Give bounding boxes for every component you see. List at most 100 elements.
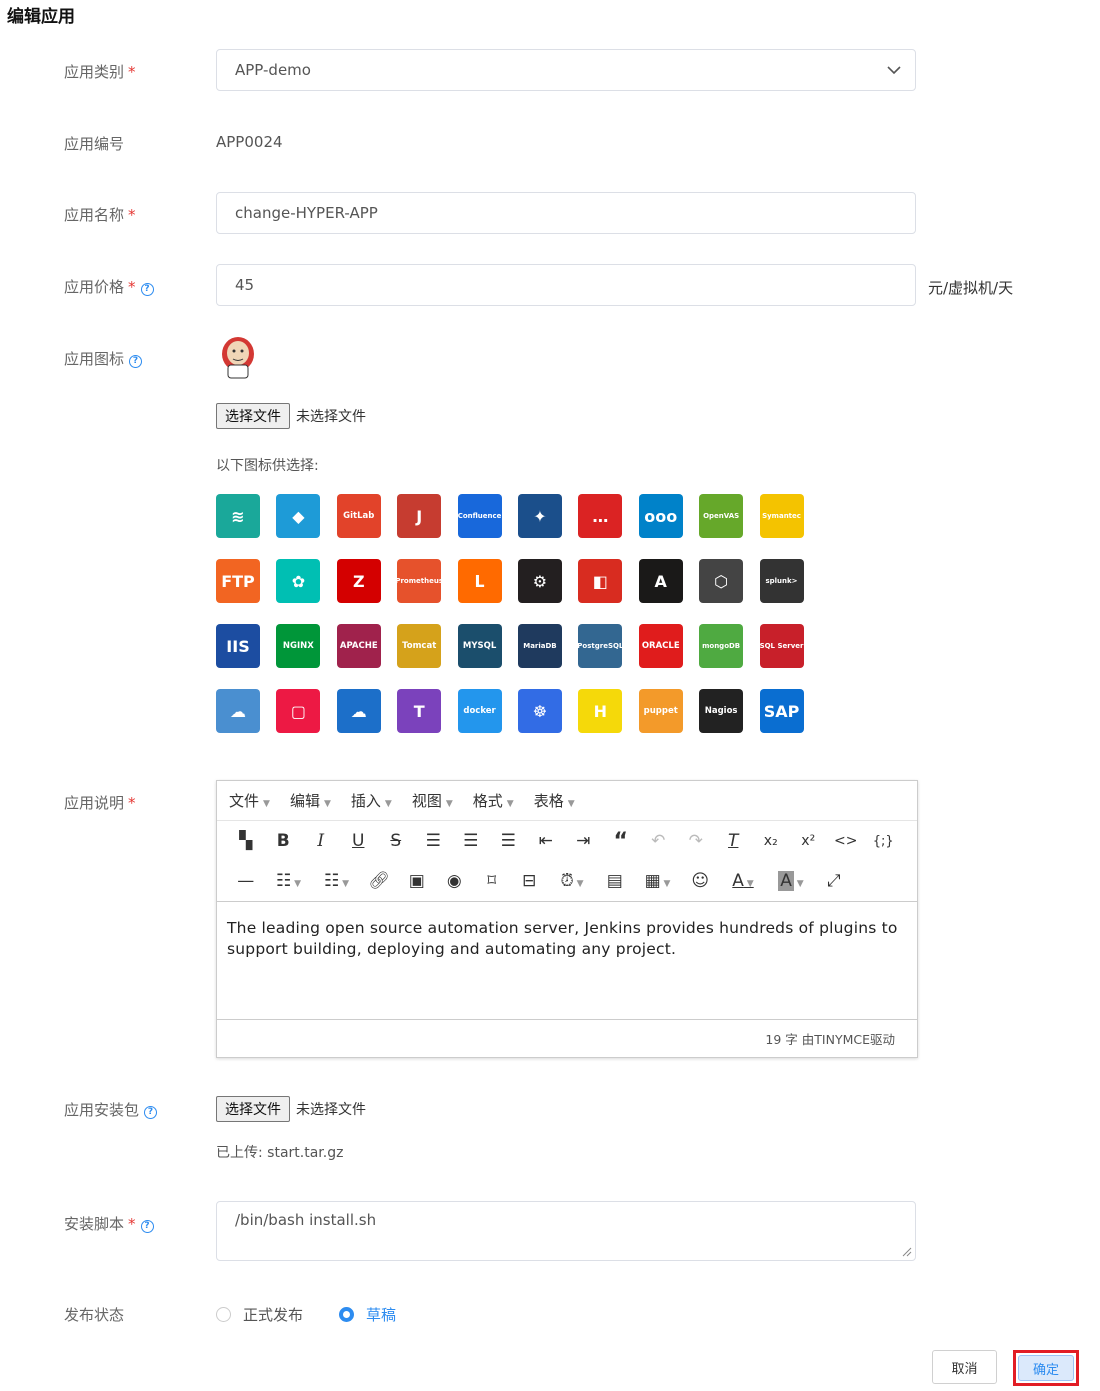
package-file-button[interactable]: 选择文件 — [216, 1096, 290, 1122]
italic-icon[interactable]: I — [302, 831, 340, 851]
editor-menu-3[interactable]: 视图 ▼ — [412, 790, 453, 811]
terraform-icon[interactable]: T — [397, 689, 442, 733]
underline-icon[interactable]: U — [340, 831, 378, 851]
box-icon[interactable]: ⬡ — [699, 559, 744, 603]
category-select[interactable]: APP-demo — [216, 49, 916, 91]
elastic-icon[interactable]: ✿ — [276, 559, 321, 603]
puppet-icon[interactable]: puppet — [638, 689, 683, 733]
kafka-icon[interactable]: ⚙ — [517, 559, 562, 603]
datetime-icon[interactable]: ⏰︎ ▼ — [548, 871, 596, 891]
editor-content[interactable]: The leading open source automation serve… — [217, 901, 917, 1019]
undo-icon[interactable]: ↶ — [640, 831, 678, 851]
code-value: APP0024 — [216, 133, 283, 151]
indent-icon[interactable]: ⇥ — [565, 831, 603, 851]
prometheus-icon[interactable]: Prometheus — [397, 559, 442, 603]
help-icon[interactable]: ? — [140, 1220, 154, 1233]
spring-cloud-icon[interactable]: ☁ — [216, 689, 260, 733]
openstack-icon[interactable]: ▢ — [276, 689, 321, 733]
image-icon[interactable]: ▣ — [398, 871, 436, 891]
clear-format-icon[interactable]: T — [715, 831, 753, 851]
help-icon[interactable]: ? — [129, 355, 143, 368]
code-icon[interactable]: <> — [827, 833, 865, 849]
horizontal-rule-icon[interactable]: — — [227, 871, 265, 891]
name-input[interactable]: change-HYPER-APP — [216, 192, 916, 234]
resize-handle-icon[interactable] — [900, 1245, 912, 1257]
jira-icon[interactable]: ✦ — [517, 494, 562, 538]
cancel-button[interactable]: 取消 — [932, 1350, 997, 1384]
price-input[interactable]: 45 — [216, 264, 916, 306]
script-textarea[interactable]: /bin/bash install.sh — [216, 1201, 916, 1261]
editor-menu-0[interactable]: 文件 ▼ — [229, 790, 270, 811]
align-left-icon[interactable]: ☰ — [415, 831, 453, 851]
radio-draft[interactable] — [339, 1307, 355, 1322]
confirm-button[interactable]: 确定 — [1018, 1355, 1074, 1381]
radio-draft-label: 草稿 — [366, 1306, 397, 1324]
table-icon[interactable]: ▦ ▼ — [634, 871, 682, 891]
hadoop-icon[interactable]: H — [578, 689, 623, 733]
ansible-icon[interactable]: A — [638, 559, 683, 603]
rocketchat-icon[interactable]: … — [578, 494, 623, 538]
sqlserver-icon[interactable]: SQL Server — [759, 624, 804, 668]
align-center-icon[interactable]: ☰ — [452, 831, 490, 851]
editor-menu-4[interactable]: 格式 ▼ — [473, 790, 514, 811]
numbered-list-icon[interactable]: ☷ ▼ — [313, 871, 361, 891]
jenkins-icon[interactable]: J — [397, 494, 442, 538]
help-icon[interactable]: ? — [140, 283, 154, 296]
kubernetes-icon[interactable]: ☸ — [517, 689, 562, 733]
stack-icon[interactable]: ≋ — [216, 494, 260, 538]
strikethrough-icon[interactable]: S — [377, 831, 415, 851]
azure-ad-icon[interactable]: ◆ — [276, 494, 321, 538]
editor-menu-2[interactable]: 插入 ▼ — [351, 790, 392, 811]
blockquote-icon[interactable]: “ — [602, 829, 640, 854]
docker-icon[interactable]: docker — [457, 689, 502, 733]
symantec-icon[interactable]: Symantec — [759, 494, 804, 538]
zabbix-icon[interactable]: Z — [336, 559, 381, 603]
text-color-icon[interactable]: A ▼ — [719, 871, 767, 891]
radio-publish[interactable] — [216, 1307, 231, 1322]
postgresql-icon[interactable]: PostgreSQL — [578, 624, 623, 668]
emoticons-icon[interactable]: ☺ — [682, 871, 720, 891]
editor-menu-1[interactable]: 编辑 ▼ — [290, 790, 331, 811]
iis-icon[interactable]: IIS — [216, 624, 260, 668]
fullscreen-icon[interactable]: ⤢ — [815, 871, 853, 891]
cloud-icon[interactable]: ☁ — [336, 689, 381, 733]
apache-icon[interactable]: APACHE — [336, 624, 381, 668]
nginx-icon[interactable]: NGINX — [276, 624, 321, 668]
page-break-icon[interactable]: ⊟ — [511, 871, 549, 891]
page-title: 编辑应用 — [7, 7, 75, 27]
code-sample-icon[interactable]: {;} — [865, 834, 903, 849]
icon-file-button[interactable]: 选择文件 — [216, 403, 290, 429]
nextcloud-icon[interactable]: ooo — [638, 494, 683, 538]
mariadb-icon[interactable]: MariaDB — [517, 624, 562, 668]
gitlab-icon[interactable]: GitLab — [336, 494, 381, 538]
description-label: 应用说明 * — [64, 794, 136, 812]
media-icon[interactable]: ▤ — [596, 871, 634, 891]
splunk-icon[interactable]: splunk> — [759, 559, 804, 603]
background-color-icon[interactable]: A ▼ — [767, 871, 815, 891]
outdent-icon[interactable]: ⇤ — [527, 831, 565, 851]
superscript-icon[interactable]: x² — [790, 833, 828, 849]
bullet-list-icon[interactable]: ☷ ▼ — [265, 871, 313, 891]
mysql-icon[interactable]: MYSQL — [457, 624, 502, 668]
redo-icon[interactable]: ↷ — [677, 831, 715, 851]
openvas-icon[interactable]: OpenVAS — [699, 494, 744, 538]
editor-menu-label: 文件 — [229, 792, 260, 810]
bold-icon[interactable]: B — [265, 831, 303, 851]
ftp-icon[interactable]: FTP — [216, 559, 260, 603]
sap-icon[interactable]: SAP — [759, 689, 804, 733]
link-icon[interactable]: 🔗︎ — [361, 871, 399, 891]
editor-menu-5[interactable]: 表格 ▼ — [534, 790, 575, 811]
find-icon[interactable]: ▚ — [227, 831, 265, 851]
redis-icon[interactable]: ◧ — [578, 559, 623, 603]
subscript-icon[interactable]: x₂ — [752, 833, 790, 849]
oracle-icon[interactable]: ORACLE — [638, 624, 683, 668]
bookmark-icon[interactable]: ⌑ — [473, 871, 511, 891]
nagios-icon[interactable]: Nagios — [699, 689, 744, 733]
tomcat-icon[interactable]: Tomcat — [397, 624, 442, 668]
help-icon[interactable]: ? — [144, 1106, 158, 1119]
align-right-icon[interactable]: ☰ — [490, 831, 528, 851]
mongodb-icon[interactable]: mongoDB — [699, 624, 744, 668]
confluence-icon[interactable]: Confluence — [457, 494, 502, 538]
preview-icon[interactable]: ◉ — [436, 871, 474, 891]
gitea-icon[interactable]: ᒪ — [457, 559, 502, 603]
